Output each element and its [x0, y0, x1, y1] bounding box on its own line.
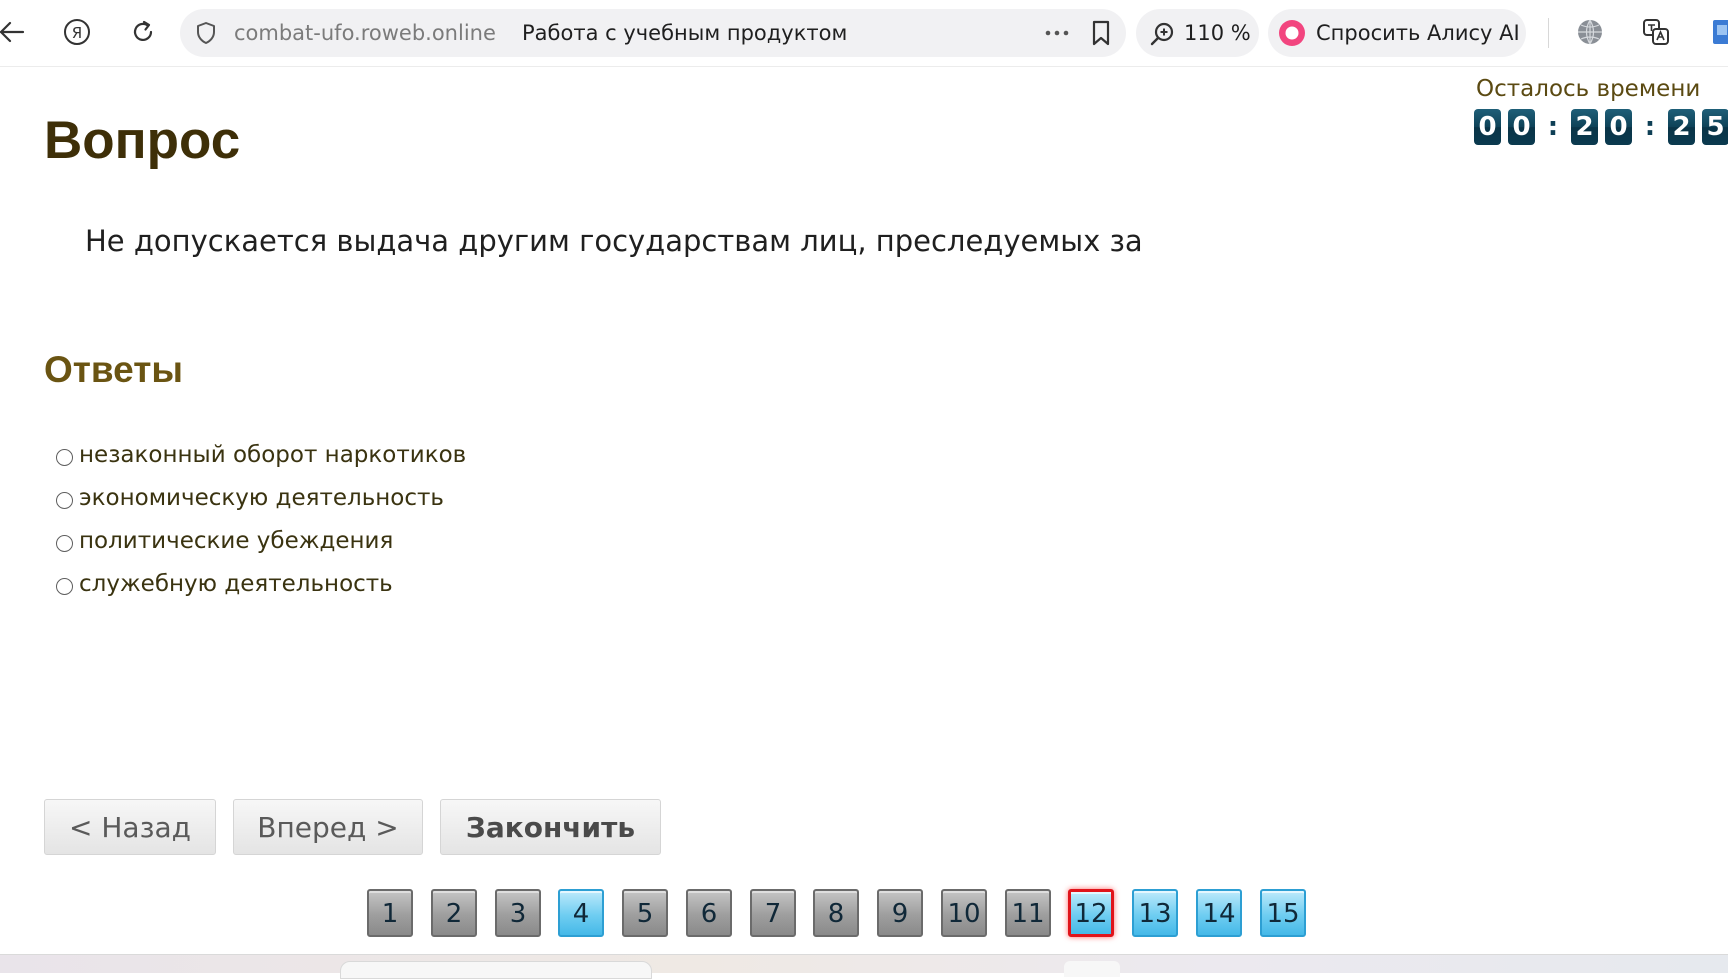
question-text: Не допускается выдача другим государства… [85, 224, 1143, 258]
answer-option[interactable]: экономическую деятельность [56, 476, 466, 519]
answer-radio[interactable] [56, 534, 73, 552]
forward-button[interactable]: Вперед > [233, 799, 423, 855]
answer-radio[interactable] [56, 448, 73, 466]
page-button[interactable]: 4 [558, 889, 604, 937]
page-button[interactable]: 3 [495, 889, 541, 937]
answer-list: незаконный оборот наркотиков экономическ… [56, 433, 466, 605]
answer-option[interactable]: незаконный оборот наркотиков [56, 433, 466, 476]
page-button[interactable]: 11 [1005, 889, 1051, 937]
globe-icon[interactable] [1570, 12, 1610, 52]
ask-alice-label: Спросить Алису AI [1316, 21, 1520, 45]
translate-icon[interactable] [1636, 12, 1676, 52]
timer-digit: 2 [1571, 109, 1598, 145]
timer-digit: 5 [1702, 109, 1728, 145]
answer-label[interactable]: экономическую деятельность [79, 485, 444, 511]
toolbar-divider [1548, 18, 1549, 48]
page-button[interactable]: 10 [941, 889, 987, 937]
timer-separator: : [1644, 112, 1656, 142]
timer-digit: 0 [1605, 109, 1632, 145]
page-button[interactable]: 6 [686, 889, 732, 937]
url-domain[interactable]: combat-ufo.roweb.online [234, 21, 496, 45]
address-bar[interactable]: combat-ufo.roweb.online Работа с учебным… [180, 9, 1126, 57]
answer-radio[interactable] [56, 491, 73, 509]
extension-icon[interactable] [1702, 12, 1728, 52]
page-button[interactable]: 1 [367, 889, 413, 937]
answer-label[interactable]: политические убеждения [79, 528, 393, 554]
browser-bottom-bar [0, 954, 1728, 979]
answers-heading: Ответы [44, 349, 183, 390]
zoom-button[interactable]: 110 % [1136, 9, 1259, 57]
answer-label[interactable]: служебную деятельность [79, 571, 393, 597]
page-button[interactable]: 7 [750, 889, 796, 937]
ask-alice-button[interactable]: Спросить Алису AI [1268, 9, 1526, 57]
zoom-icon [1150, 22, 1174, 46]
shield-icon[interactable] [194, 21, 218, 45]
browser-tab[interactable] [340, 961, 652, 979]
more-dots-icon[interactable] [1042, 21, 1072, 45]
browser-toolbar: Я combat-ufo.roweb.online Работа с учебн… [0, 0, 1728, 67]
answer-radio[interactable] [56, 577, 73, 595]
page-button[interactable]: 2 [431, 889, 477, 937]
finish-button[interactable]: Закончить [440, 799, 661, 855]
zoom-level: 110 % [1184, 21, 1251, 45]
reload-icon[interactable] [123, 12, 163, 52]
page-button[interactable]: 14 [1196, 889, 1242, 937]
page-button[interactable]: 5 [622, 889, 668, 937]
page-button[interactable]: 9 [877, 889, 923, 937]
page-button[interactable]: 13 [1132, 889, 1178, 937]
page-button[interactable]: 8 [813, 889, 859, 937]
back-button[interactable]: < Назад [44, 799, 216, 855]
answer-label[interactable]: незаконный оборот наркотиков [79, 442, 466, 468]
yandex-logo-icon[interactable]: Я [57, 12, 97, 52]
answer-option[interactable]: политические убеждения [56, 519, 466, 562]
timer-digit: 0 [1508, 109, 1535, 145]
browser-tab[interactable] [1064, 961, 1120, 977]
timer-digit: 2 [1668, 109, 1695, 145]
question-heading: Вопрос [44, 111, 241, 170]
countdown-timer: 0 0 : 2 0 : 2 5 [1474, 109, 1728, 145]
timer-separator: : [1547, 112, 1559, 142]
timer-digit: 0 [1474, 109, 1501, 145]
page-button[interactable]: 15 [1260, 889, 1306, 937]
alice-icon [1279, 20, 1305, 46]
time-left-label: Осталось времени [1476, 76, 1701, 102]
svg-text:Я: Я [72, 24, 82, 42]
back-arrow-icon[interactable] [0, 12, 32, 52]
page-button[interactable]: 12 [1068, 889, 1114, 937]
answer-option[interactable]: служебную деятельность [56, 562, 466, 605]
bookmark-icon[interactable] [1088, 19, 1114, 47]
page-title-in-address-bar[interactable]: Работа с учебным продуктом [522, 21, 847, 45]
